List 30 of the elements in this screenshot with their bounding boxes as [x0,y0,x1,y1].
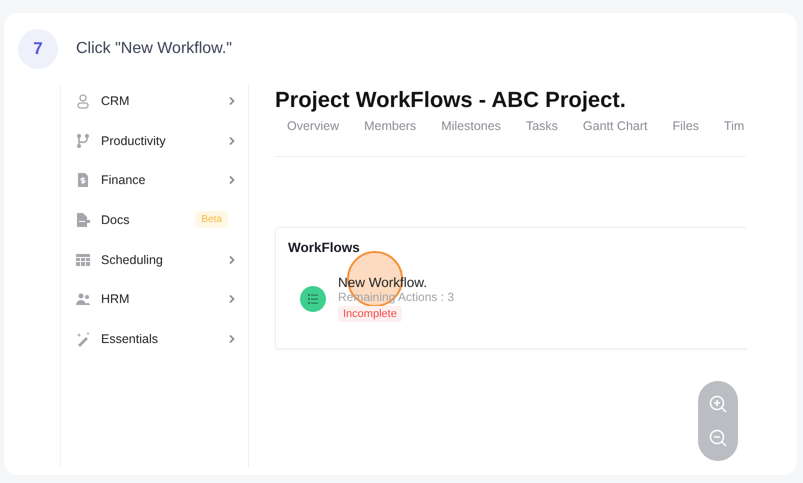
sidebar-item[interactable]: CRM [61,85,248,121]
sidebar-item[interactable]: Scheduling [61,240,248,280]
branch-icon [75,132,91,149]
sidebar-item[interactable]: Finance [61,160,248,200]
table-icon [75,252,91,268]
zoom-in-icon[interactable] [708,394,728,414]
card-heading: WorkFlows [288,240,361,255]
page-title: Project WorkFlows - ABC Project. [275,87,627,113]
dollar-document-icon [75,172,91,188]
checklist-icon [300,286,326,312]
sidebar-item[interactable]: Essentials [61,319,248,359]
person-icon [75,92,91,109]
sidebar-label: Productivity [101,134,167,148]
sidebar-label: Docs [101,212,130,227]
sidebar-label: Finance [101,173,146,188]
beta-badge: Beta [195,211,228,228]
status-badge: Incomplete [338,306,402,322]
sidebar-label: HRM [101,292,130,306]
magic-wand-icon [75,330,91,347]
step-number: 7 [18,29,58,69]
sidebar-item[interactable]: Docs Beta [61,200,248,240]
sidebar-item[interactable]: HRM [61,279,248,320]
sidebar-label: Scheduling [101,252,164,267]
people-icon [75,291,91,308]
document-icon [75,212,91,228]
sidebar-label: Essentials [101,332,159,346]
zoom-out-icon[interactable] [708,428,728,448]
sidebar-label: CRM [101,94,130,108]
sidebar-item[interactable]: Productivity [61,120,248,160]
step-instruction: Click "New Workflow." [76,40,232,58]
